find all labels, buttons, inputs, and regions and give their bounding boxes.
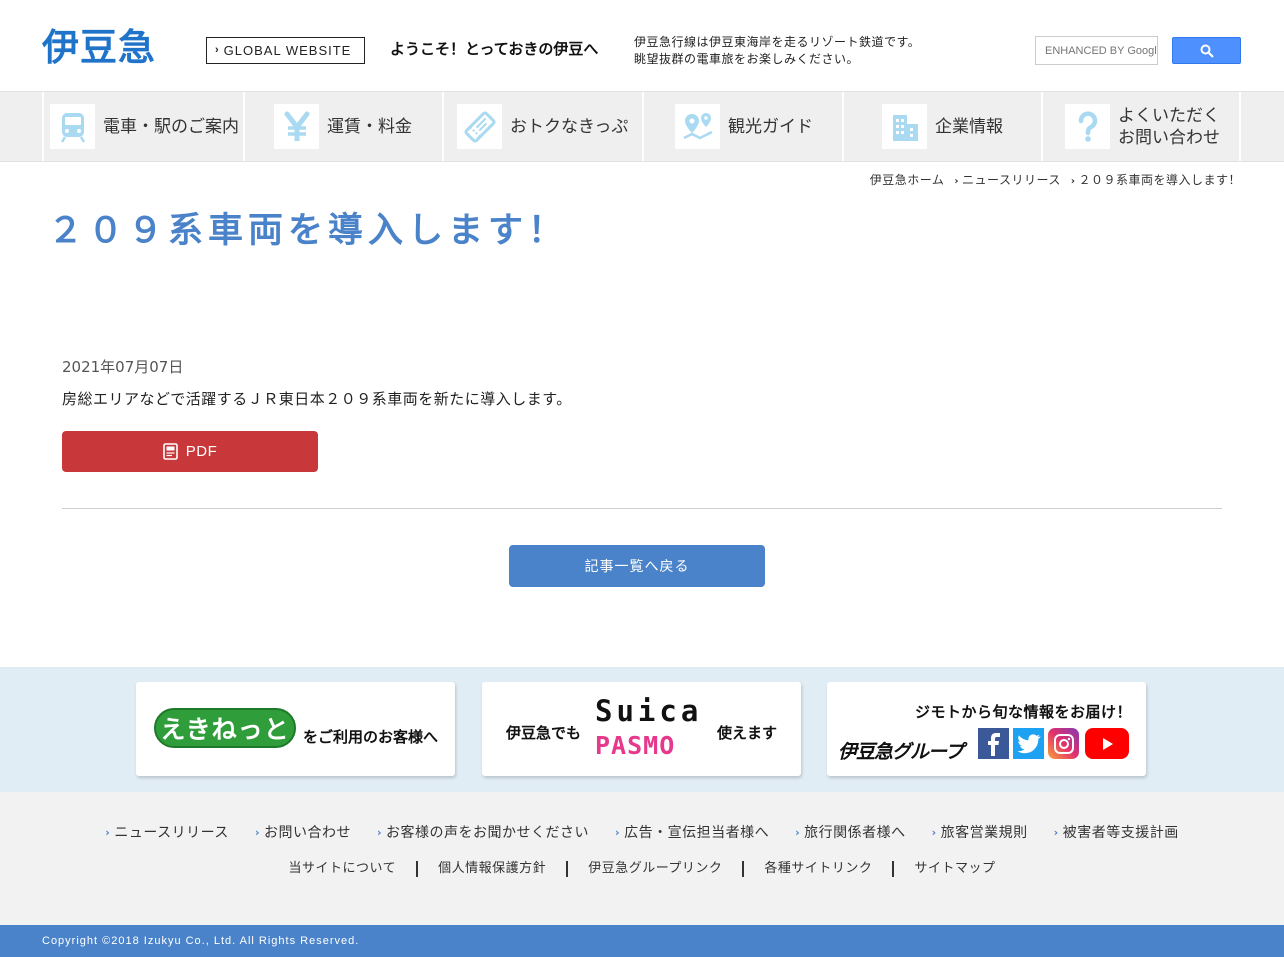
yen-icon bbox=[274, 104, 319, 149]
search-input[interactable] bbox=[1035, 36, 1158, 65]
chevron-right-icon: › bbox=[215, 44, 220, 56]
chevron-right-icon: › bbox=[795, 825, 801, 839]
intro-line-1: 伊豆急行線は伊豆東海岸を走るリゾート鉄道です。 bbox=[634, 35, 921, 49]
footer-link-contact[interactable]: › お問い合わせ bbox=[255, 822, 351, 842]
search-button[interactable] bbox=[1172, 37, 1241, 64]
suica-logo: Suica bbox=[595, 694, 703, 728]
chevron-right-icon: › bbox=[615, 825, 621, 839]
footer-primary-links: › ニュースリリース › お問い合わせ › お客様の声をお聞かせください › 広告・宣伝… bbox=[0, 822, 1284, 842]
banner-band: えきねっと をご利用のお客様へ 伊豆急でも Suica PASMO 使えます ジ… bbox=[0, 667, 1284, 792]
nav-item-faq[interactable]: よくいただく お問い合わせ bbox=[1041, 92, 1241, 161]
map-pin-icon bbox=[675, 104, 720, 149]
chevron-right-icon: › bbox=[1053, 825, 1059, 839]
footer-link-advertising[interactable]: › 広告・宣伝担当者様へ bbox=[615, 822, 769, 842]
suica-pasmo-banner[interactable]: 伊豆急でも Suica PASMO 使えます bbox=[482, 682, 801, 776]
chevron-right-icon: › bbox=[1070, 175, 1076, 187]
footer-link-sitemap[interactable]: サイトマップ bbox=[892, 861, 1015, 877]
main-nav: 電車・駅のご案内 運賃・料金 おトクなきっぷ 観光ガイド 企業情報 よくいただく… bbox=[0, 91, 1284, 162]
nav-label-faq-line-2: お問い合わせ bbox=[1118, 127, 1220, 148]
footer-link-label: お客様の声をお聞かせください bbox=[386, 825, 590, 841]
page-title: ２０９系車両を導入します！ bbox=[48, 211, 569, 251]
nav-item-fares[interactable]: 運賃・料金 bbox=[243, 92, 442, 161]
back-to-list-button[interactable]: 記事一覧へ戻る bbox=[509, 545, 765, 587]
intro-line-2: 眺望抜群の電車旅をお楽しみください。 bbox=[634, 52, 860, 66]
nav-label-sightseeing: 観光ガイド bbox=[728, 116, 813, 137]
chevron-right-icon: › bbox=[954, 175, 960, 187]
chevron-right-icon: › bbox=[376, 825, 383, 839]
article-body: 房総エリアなどで活躍するＪＲ東日本２０９系車両を新たに導入します。 bbox=[62, 390, 572, 408]
ekinet-banner[interactable]: えきねっと をご利用のお客様へ bbox=[136, 682, 455, 776]
instagram-icon[interactable] bbox=[1048, 728, 1079, 759]
nav-item-sightseeing[interactable]: 観光ガイド bbox=[642, 92, 842, 161]
breadcrumb: 伊豆急ホーム › ニュースリリース › ２０９系車両を導入します！ bbox=[870, 171, 1241, 188]
suica-banner-suffix: 使えます bbox=[717, 724, 778, 742]
suica-banner-prefix: 伊豆急でも bbox=[506, 724, 582, 742]
ekinet-banner-text: をご利用のお客様へ bbox=[303, 728, 439, 746]
search-icon bbox=[1200, 44, 1214, 58]
site-logo[interactable]: 伊豆急 bbox=[42, 28, 156, 68]
footer-link-feedback[interactable]: › お客様の声をお聞かせください bbox=[377, 822, 589, 842]
chevron-right-icon: › bbox=[254, 825, 260, 839]
breadcrumb-home[interactable]: 伊豆急ホーム bbox=[870, 171, 945, 188]
social-banner-headline: ジモトから旬な情報をお届け！ bbox=[914, 703, 1132, 721]
nav-item-trains[interactable]: 電車・駅のご案内 bbox=[42, 92, 243, 161]
breadcrumb-current: ２０９系車両を導入します！ bbox=[1078, 173, 1241, 187]
site-footer: › ニュースリリース › お問い合わせ › お客様の声をお聞かせください › 広告・宣伝… bbox=[0, 792, 1284, 925]
social-banner[interactable]: ジモトから旬な情報をお届け！ 伊豆急グループ bbox=[827, 682, 1146, 776]
train-icon bbox=[50, 104, 95, 149]
question-icon bbox=[1065, 104, 1110, 149]
footer-secondary-links: 当サイトについて 個人情報保護方針 伊豆急グループリンク 各種サイトリンク サイ… bbox=[0, 861, 1284, 877]
footer-link-passenger-rules[interactable]: › 旅客営業規則 bbox=[932, 822, 1028, 842]
document-icon bbox=[162, 443, 178, 460]
footer-link-about-site[interactable]: 当サイトについて bbox=[269, 861, 417, 877]
nav-label-trains: 電車・駅のご案内 bbox=[103, 116, 239, 137]
nav-label-faq-line-1: よくいただく bbox=[1118, 105, 1220, 126]
global-website-button[interactable]: › GLOBAL WEBSITE bbox=[206, 37, 365, 64]
footer-link-label: 被害者等支援計画 bbox=[1062, 825, 1179, 841]
nav-item-company[interactable]: 企業情報 bbox=[842, 92, 1041, 161]
youtube-icon[interactable] bbox=[1085, 728, 1129, 759]
footer-link-label: 旅客営業規則 bbox=[940, 825, 1028, 841]
facebook-icon[interactable] bbox=[978, 728, 1009, 759]
chevron-right-icon: › bbox=[931, 825, 937, 839]
nav-label-tickets: おトクなきっぷ bbox=[510, 116, 629, 137]
copyright-bar: Copyright ©2018 Izukyu Co., Ltd. All Rig… bbox=[0, 925, 1284, 957]
footer-link-victim-support[interactable]: › 被害者等支援計画 bbox=[1054, 822, 1179, 842]
nav-label-faq: よくいただく お問い合わせ bbox=[1118, 105, 1220, 149]
breadcrumb-news[interactable]: ニュースリリース bbox=[962, 171, 1061, 188]
article-date: 2021年07月07日 bbox=[62, 358, 184, 376]
content-divider bbox=[62, 508, 1222, 509]
site-intro: 伊豆急行線は伊豆東海岸を走るリゾート鉄道です。 眺望抜群の電車旅をお楽しみくださ… bbox=[634, 34, 920, 68]
pdf-button[interactable]: PDF bbox=[62, 431, 318, 472]
footer-link-label: 広告・宣伝担当者様へ bbox=[624, 825, 770, 841]
footer-link-privacy[interactable]: 個人情報保護方針 bbox=[416, 861, 566, 877]
pdf-button-label: PDF bbox=[185, 443, 218, 460]
footer-link-site-links[interactable]: 各種サイトリンク bbox=[742, 861, 892, 877]
footer-link-news[interactable]: › ニュースリリース bbox=[105, 822, 229, 842]
chevron-right-icon: › bbox=[105, 825, 111, 839]
footer-link-label: ニュースリリース bbox=[114, 825, 229, 841]
footer-link-group-links[interactable]: 伊豆急グループリンク bbox=[566, 861, 742, 877]
ekinet-logo: えきねっと bbox=[154, 708, 296, 748]
pasmo-logo: PASMO bbox=[595, 731, 676, 760]
twitter-icon[interactable] bbox=[1013, 728, 1044, 759]
nav-item-tickets[interactable]: おトクなきっぷ bbox=[442, 92, 642, 161]
footer-link-label: 旅行関係者様へ bbox=[804, 825, 906, 841]
welcome-heading: ようこそ！とっておきの伊豆へ bbox=[390, 40, 599, 58]
building-icon bbox=[882, 104, 927, 149]
site-header: 伊豆急 › GLOBAL WEBSITE ようこそ！とっておきの伊豆へ 伊豆急行… bbox=[0, 0, 1284, 91]
footer-link-travel-agents[interactable]: › 旅行関係者様へ bbox=[795, 822, 906, 842]
nav-label-fares: 運賃・料金 bbox=[327, 116, 412, 137]
global-website-label: GLOBAL WEBSITE bbox=[223, 43, 352, 58]
ticket-icon bbox=[457, 104, 502, 149]
copyright-text: Copyright ©2018 Izukyu Co., Ltd. All Rig… bbox=[42, 935, 360, 947]
footer-link-label: お問い合わせ bbox=[263, 825, 351, 841]
izukyu-group-logo: 伊豆急グループ bbox=[838, 741, 964, 763]
nav-label-company: 企業情報 bbox=[935, 116, 1003, 137]
